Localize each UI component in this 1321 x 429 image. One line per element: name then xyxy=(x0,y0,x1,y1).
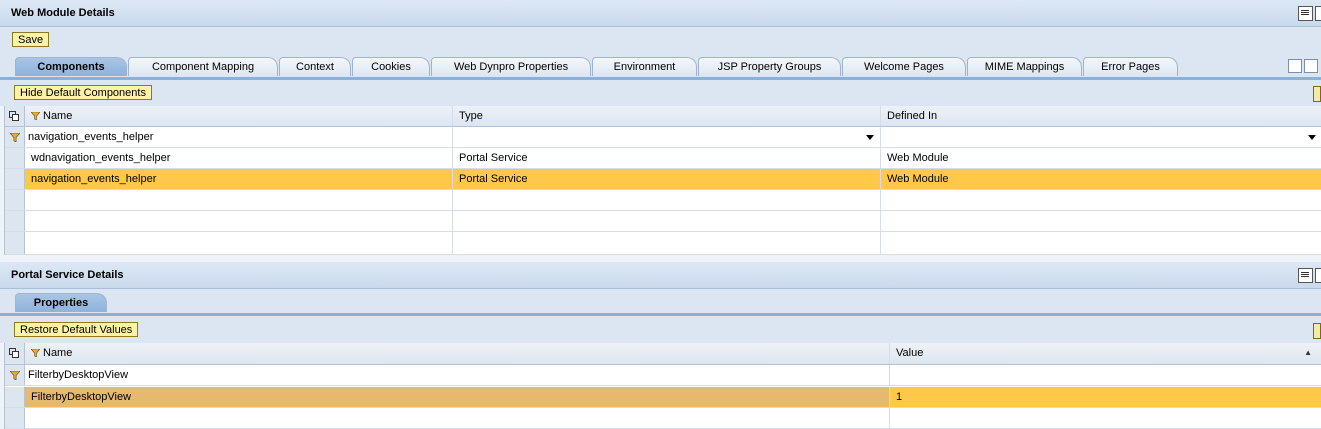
filter-defined-in-dropdown[interactable] xyxy=(881,127,1321,147)
filter-row: FilterbyDesktopView xyxy=(5,365,1321,386)
empty-cell xyxy=(453,211,881,231)
select-all-icon xyxy=(9,348,19,358)
empty-cell xyxy=(453,232,881,254)
portal-service-header: Portal Service Details xyxy=(0,262,1321,289)
filter-value-input[interactable] xyxy=(890,365,1321,385)
cell-type: Portal Service xyxy=(453,169,881,189)
tab-scroll-next-icon[interactable] xyxy=(1304,59,1318,73)
table-row-selected[interactable]: FilterbyDesktopView 1 xyxy=(5,387,1321,408)
table-header-row: Name Value ▲ xyxy=(5,343,1321,365)
restore-default-values-button[interactable]: Restore Default Values xyxy=(14,322,139,337)
tab-welcome-pages[interactable]: Welcome Pages xyxy=(842,57,966,76)
column-value-label: Value xyxy=(896,347,924,359)
web-module-toolbar: Save xyxy=(0,27,1321,53)
empty-row xyxy=(5,408,1321,429)
column-header-value[interactable]: Value ▲ xyxy=(890,343,1321,364)
row-selector[interactable] xyxy=(5,148,25,168)
row-selector[interactable] xyxy=(5,169,25,189)
tab-web-dynpro-properties[interactable]: Web Dynpro Properties xyxy=(431,57,591,76)
cell-defined-in: Web Module xyxy=(887,173,949,185)
tab-components[interactable]: Components xyxy=(15,57,127,76)
row-selector[interactable] xyxy=(5,387,25,407)
properties-table: Name Value ▲ FilterbyDesktopView Filterb… xyxy=(4,343,1321,429)
column-type-label: Type xyxy=(459,110,483,122)
table-row[interactable]: wdnavigation_events_helper Portal Servic… xyxy=(5,148,1321,169)
personalize-icon[interactable] xyxy=(1298,6,1313,21)
portal-service-tabstrip: Properties xyxy=(0,289,1321,316)
filter-icon xyxy=(31,112,40,121)
cell-name: navigation_events_helper xyxy=(25,169,453,189)
tab-context[interactable]: Context xyxy=(279,57,351,76)
collapse-icon[interactable] xyxy=(1315,268,1321,283)
select-all-icon xyxy=(9,111,19,121)
filter-type-dropdown[interactable] xyxy=(453,127,881,147)
column-header-name[interactable]: Name xyxy=(25,343,890,364)
tab-scroll-first-icon[interactable] xyxy=(1288,59,1302,73)
save-button[interactable]: Save xyxy=(12,32,50,47)
settings-icon[interactable] xyxy=(1313,323,1321,339)
filter-row: navigation_events_helper xyxy=(5,127,1321,148)
empty-cell xyxy=(25,211,453,231)
cell-value[interactable]: 1 xyxy=(890,387,1321,407)
personalize-icon[interactable] xyxy=(1298,268,1313,283)
cell-name: FilterbyDesktopView xyxy=(25,387,890,407)
filter-name-input[interactable]: FilterbyDesktopView xyxy=(25,365,890,385)
web-module-header: Web Module Details xyxy=(0,0,1321,27)
column-header-defined-in[interactable]: Defined In xyxy=(881,106,1321,126)
column-name-label: Name xyxy=(43,110,73,122)
web-module-tabstrip: Components Component Mapping Context Coo… xyxy=(0,53,1321,80)
filter-toggle-cell[interactable] xyxy=(5,127,25,147)
components-table: Name Type Defined In navigation_events_h… xyxy=(4,106,1321,255)
row-selector[interactable] xyxy=(5,190,25,210)
column-header-name[interactable]: Name xyxy=(25,106,453,126)
select-all-cell[interactable] xyxy=(5,343,25,364)
column-header-type[interactable]: Type xyxy=(453,106,881,126)
empty-row xyxy=(5,232,1321,255)
column-defined-in-label: Defined In xyxy=(887,110,938,122)
filter-toggle-icon xyxy=(10,133,20,142)
empty-cell xyxy=(25,232,453,254)
chevron-down-icon xyxy=(866,135,874,140)
settings-icon[interactable] xyxy=(1313,86,1321,102)
row-selector[interactable] xyxy=(5,232,25,254)
sort-icon[interactable]: ▲ xyxy=(1304,343,1312,363)
tab-cookies[interactable]: Cookies xyxy=(352,57,430,76)
filter-icon xyxy=(31,349,40,358)
empty-cell xyxy=(453,190,881,210)
empty-row xyxy=(5,190,1321,211)
components-toolbar: Hide Default Components xyxy=(0,80,1321,106)
portal-service-title: Portal Service Details xyxy=(11,269,124,281)
column-name-label: Name xyxy=(43,347,73,359)
empty-cell xyxy=(25,190,453,210)
chevron-down-icon xyxy=(1308,135,1316,140)
collapse-icon[interactable] xyxy=(1315,6,1321,21)
tab-mime-mappings[interactable]: MIME Mappings xyxy=(967,57,1082,76)
empty-row xyxy=(5,211,1321,232)
cell-type: Portal Service xyxy=(453,148,881,168)
row-selector[interactable] xyxy=(5,211,25,231)
tab-properties[interactable]: Properties xyxy=(15,293,107,312)
tab-component-mapping[interactable]: Component Mapping xyxy=(128,57,278,76)
table-header-row: Name Type Defined In xyxy=(5,106,1321,127)
filter-toggle-icon xyxy=(10,371,20,380)
hide-default-components-button[interactable]: Hide Default Components xyxy=(14,85,152,100)
select-all-cell[interactable] xyxy=(5,106,25,126)
row-selector[interactable] xyxy=(5,408,25,428)
tab-environment[interactable]: Environment xyxy=(592,57,697,76)
web-module-title: Web Module Details xyxy=(11,7,115,19)
tab-jsp-property-groups[interactable]: JSP Property Groups xyxy=(698,57,841,76)
cell-name: wdnavigation_events_helper xyxy=(25,148,453,168)
table-row-selected[interactable]: navigation_events_helper Portal Service … xyxy=(5,169,1321,190)
filter-name-input[interactable]: navigation_events_helper xyxy=(25,127,453,147)
tab-error-pages[interactable]: Error Pages xyxy=(1083,57,1178,76)
empty-cell xyxy=(25,408,890,428)
cell-defined-in: Web Module xyxy=(887,152,949,164)
properties-toolbar: Restore Default Values xyxy=(0,316,1321,343)
filter-toggle-cell[interactable] xyxy=(5,365,25,385)
